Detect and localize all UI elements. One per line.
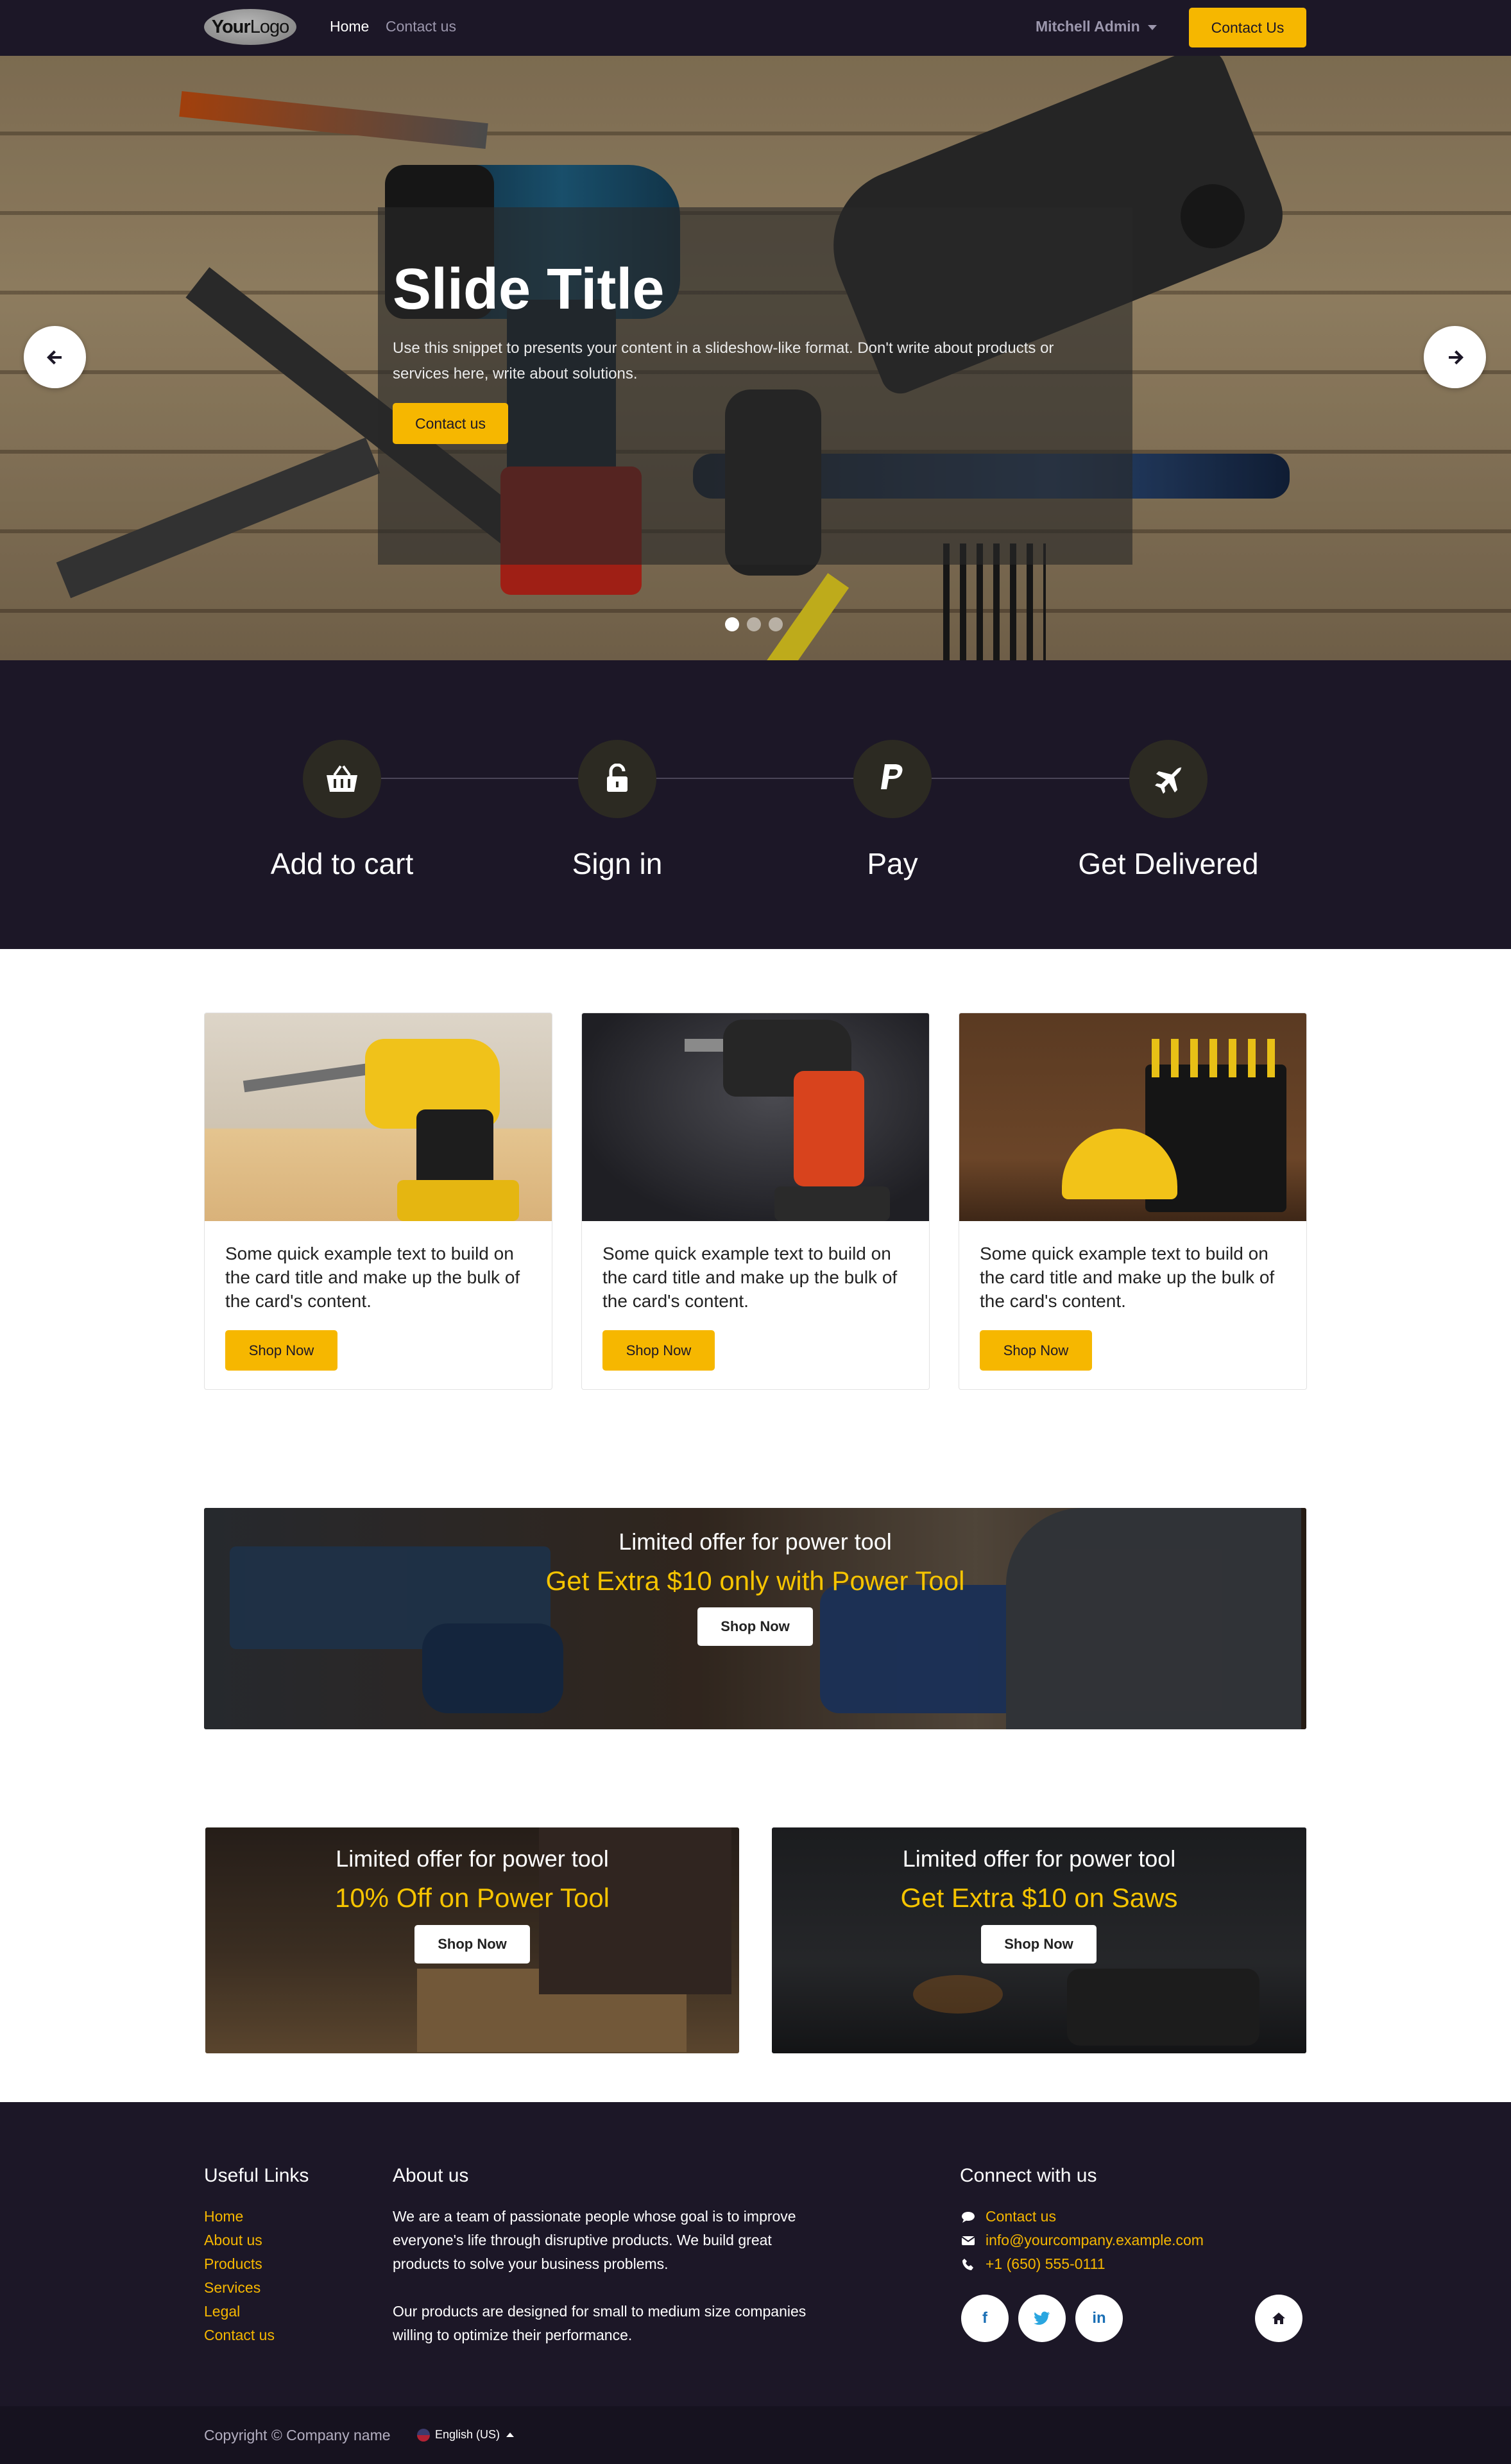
hero-contact-button[interactable]: Contact us: [393, 403, 508, 444]
card-text: Some quick example text to build on the …: [980, 1244, 1275, 1311]
hero-title: Slide Title: [393, 257, 665, 321]
hero-text: Use this snippet to presents your conten…: [393, 339, 1054, 382]
shop-now-button[interactable]: Shop Now: [225, 1330, 337, 1371]
chevron-up-icon: [506, 2433, 515, 2437]
brand-logo[interactable]: YourLogo: [204, 9, 296, 45]
footer-link-services[interactable]: Services: [204, 2276, 275, 2300]
user-name: Mitchell Admin: [1036, 18, 1140, 35]
hero-carousel: Slide Title Use this snippet to presents…: [0, 56, 1511, 660]
step-label: Get Delivered: [1078, 847, 1259, 880]
connect-heading: Connect with us: [960, 2165, 1097, 2186]
contact-us-button[interactable]: Contact Us: [1189, 8, 1306, 47]
footer-link-legal[interactable]: Legal: [204, 2300, 275, 2323]
product-card: Some quick example text to build on the …: [959, 1013, 1307, 1390]
arrow-left-icon: [46, 350, 62, 364]
card-text: Some quick example text to build on the …: [602, 1244, 898, 1311]
user-menu[interactable]: Mitchell Admin: [1036, 18, 1157, 35]
process-steps: Add to cart Sign in Pay Get Delivered: [0, 660, 1511, 949]
carousel-indicator-1[interactable]: [725, 617, 739, 631]
promo-banner-right: Limited offer for power tool Get Extra $…: [772, 1827, 1306, 2053]
language-label: English (US): [435, 2428, 500, 2441]
about-text: We are a team of passionate people whose…: [393, 2205, 829, 2347]
promo-title: 10% Off on Power Tool: [334, 1883, 610, 1913]
copyright-text: Copyright © Company name: [204, 2427, 391, 2443]
email-link[interactable]: info@yourcompany.example.com: [960, 2229, 1204, 2252]
promo-subtitle: Limited offer for power tool: [902, 1845, 1176, 1872]
footer-link-about[interactable]: About us: [204, 2229, 275, 2252]
linkedin-icon[interactable]: in: [1075, 2295, 1123, 2342]
promo-title: Get Extra $10 only with Power Tool: [545, 1566, 965, 1596]
plane-icon: [1129, 740, 1208, 818]
useful-links-list: Home About us Products Services Legal Co…: [204, 2205, 275, 2347]
copyright-bar: Copyright © Company name English (US): [0, 2406, 1511, 2464]
orange-drill-image: [582, 1013, 929, 1221]
phone-link[interactable]: +1 (650) 555-0111: [960, 2252, 1204, 2276]
navbar: YourLogo Home Contact us Mitchell Admin …: [0, 0, 1511, 56]
steps-connector: [342, 778, 1168, 779]
contact-list: Contact us info@yourcompany.example.com …: [960, 2205, 1204, 2276]
facebook-icon[interactable]: f: [961, 2295, 1009, 2342]
step-label: Add to cart: [270, 847, 414, 880]
about-paragraph: We are a team of passionate people whose…: [393, 2208, 796, 2272]
step-label: Sign in: [572, 847, 663, 880]
product-card: Some quick example text to build on the …: [204, 1013, 552, 1390]
footer-link-products[interactable]: Products: [204, 2252, 275, 2276]
promo-subtitle: Limited offer for power tool: [336, 1845, 609, 1872]
useful-links-heading: Useful Links: [204, 2165, 309, 2186]
unlock-icon: [578, 740, 656, 818]
chat-bubble-icon: [960, 2209, 977, 2225]
footer: Useful Links Home About us Products Serv…: [0, 2102, 1511, 2406]
card-text: Some quick example text to build on the …: [225, 1244, 520, 1311]
shop-now-button[interactable]: Shop Now: [980, 1330, 1092, 1371]
carousel-indicators: [725, 617, 783, 631]
nav-link-home[interactable]: Home: [330, 18, 369, 35]
toolbox-helmet-image: [959, 1013, 1306, 1221]
footer-link-home[interactable]: Home: [204, 2205, 275, 2229]
promo-banner-wide: Limited offer for power tool Get Extra $…: [204, 1508, 1306, 1729]
about-heading: About us: [393, 2165, 469, 2186]
home-icon[interactable]: [1255, 2295, 1302, 2342]
promo-banner-left: Limited offer for power tool 10% Off on …: [205, 1827, 739, 2053]
envelope-icon: [960, 2232, 977, 2249]
step-label: Pay: [867, 847, 918, 880]
basket-icon: [303, 740, 381, 818]
nav-link-contact[interactable]: Contact us: [386, 18, 456, 35]
arrow-right-icon: [1448, 350, 1464, 364]
shop-now-button[interactable]: Shop Now: [602, 1330, 715, 1371]
about-paragraph: Our products are designed for small to m…: [393, 2303, 807, 2343]
chevron-down-icon: [1147, 24, 1157, 30]
product-card: Some quick example text to build on the …: [581, 1013, 930, 1390]
paypal-icon: [853, 740, 932, 818]
carousel-indicator-2[interactable]: [747, 617, 761, 631]
shop-now-button[interactable]: Shop Now: [981, 1925, 1097, 1964]
carousel-next-button[interactable]: [1424, 326, 1486, 388]
yellow-drill-image: [205, 1013, 552, 1221]
contact-us-link[interactable]: Contact us: [960, 2205, 1204, 2229]
carousel-prev-button[interactable]: [24, 326, 86, 388]
footer-link-contact[interactable]: Contact us: [204, 2323, 275, 2347]
shop-now-button[interactable]: Shop Now: [414, 1925, 530, 1964]
twitter-icon[interactable]: [1018, 2295, 1066, 2342]
promo-subtitle: Limited offer for power tool: [619, 1528, 892, 1555]
shop-now-button[interactable]: Shop Now: [697, 1607, 813, 1646]
language-selector[interactable]: English (US): [417, 2428, 515, 2442]
promo-title: Get Extra $10 on Saws: [900, 1883, 1178, 1913]
us-flag-icon: [417, 2428, 430, 2442]
carousel-indicator-3[interactable]: [769, 617, 783, 631]
phone-icon: [960, 2256, 977, 2273]
